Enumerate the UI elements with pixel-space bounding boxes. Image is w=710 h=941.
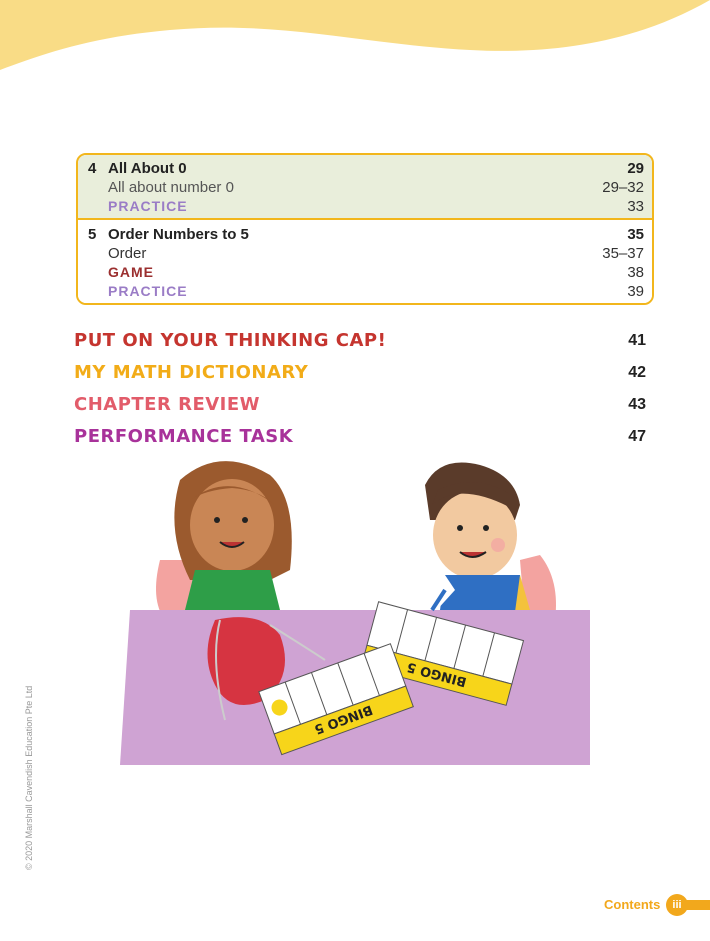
item-page: 29–32 [602,179,644,196]
section-title: MY MATH DICTIONARY [74,362,309,383]
lesson-4-title-row[interactable]: 4 All About 0 29 [78,159,652,178]
lesson-5-title-row[interactable]: 5 Order Numbers to 5 35 [78,225,652,244]
boy-figure [420,462,530,612]
section-title: PUT ON YOUR THINKING CAP! [74,330,387,351]
lesson-5-block: 5 Order Numbers to 5 35 Order 35–37 GAME… [78,220,652,303]
lesson-title: All About 0 [108,160,187,177]
copyright-notice: © 2020 Marshall Cavendish Education Pte … [24,685,34,870]
practice-label: PRACTICE [108,198,188,214]
section-title: PERFORMANCE TASK [74,426,294,447]
lesson-4-item-2[interactable]: PRACTICE 33 [78,197,652,216]
lesson-page: 29 [627,160,644,177]
section-page: 47 [628,428,646,445]
lesson-5-item-1[interactable]: Order 35–37 [78,244,652,263]
section-chapter-review[interactable]: CHAPTER REVIEW 43 [74,394,646,420]
section-page: 41 [628,332,646,349]
item-label: Order [108,245,147,262]
game-label: GAME [108,264,154,280]
table-of-contents-box: 4 All About 0 29 All about number 0 29–3… [76,153,654,305]
section-page: 42 [628,364,646,381]
section-page: 43 [628,396,646,413]
item-page: 35–37 [602,245,644,262]
lesson-page: 35 [627,226,644,243]
section-performance-task[interactable]: PERFORMANCE TASK 47 [74,426,646,452]
children-bingo-illustration: BINGO 5 BINGO 5 [120,461,590,765]
lesson-5-item-2[interactable]: GAME 38 [78,263,652,282]
lesson-number: 4 [88,160,97,177]
girl-figure [174,461,292,610]
page-number-badge: iii [666,894,688,916]
item-label: All about number 0 [108,179,234,196]
lesson-4-block: 4 All About 0 29 All about number 0 29–3… [78,155,652,220]
lesson-4-item-1[interactable]: All about number 0 29–32 [78,178,652,197]
contents-label[interactable]: Contents [604,897,660,912]
item-page: 39 [627,283,644,300]
section-title: CHAPTER REVIEW [74,394,261,415]
practice-label: PRACTICE [108,283,188,299]
lesson-number: 5 [88,226,97,243]
lesson-5-item-3[interactable]: PRACTICE 39 [78,282,652,301]
lesson-title: Order Numbers to 5 [108,226,249,243]
item-page: 33 [627,198,644,215]
item-page: 38 [627,264,644,281]
top-wave-decoration [0,0,710,70]
section-thinking-cap[interactable]: PUT ON YOUR THINKING CAP! 41 [74,330,646,356]
section-math-dictionary[interactable]: MY MATH DICTIONARY 42 [74,362,646,388]
